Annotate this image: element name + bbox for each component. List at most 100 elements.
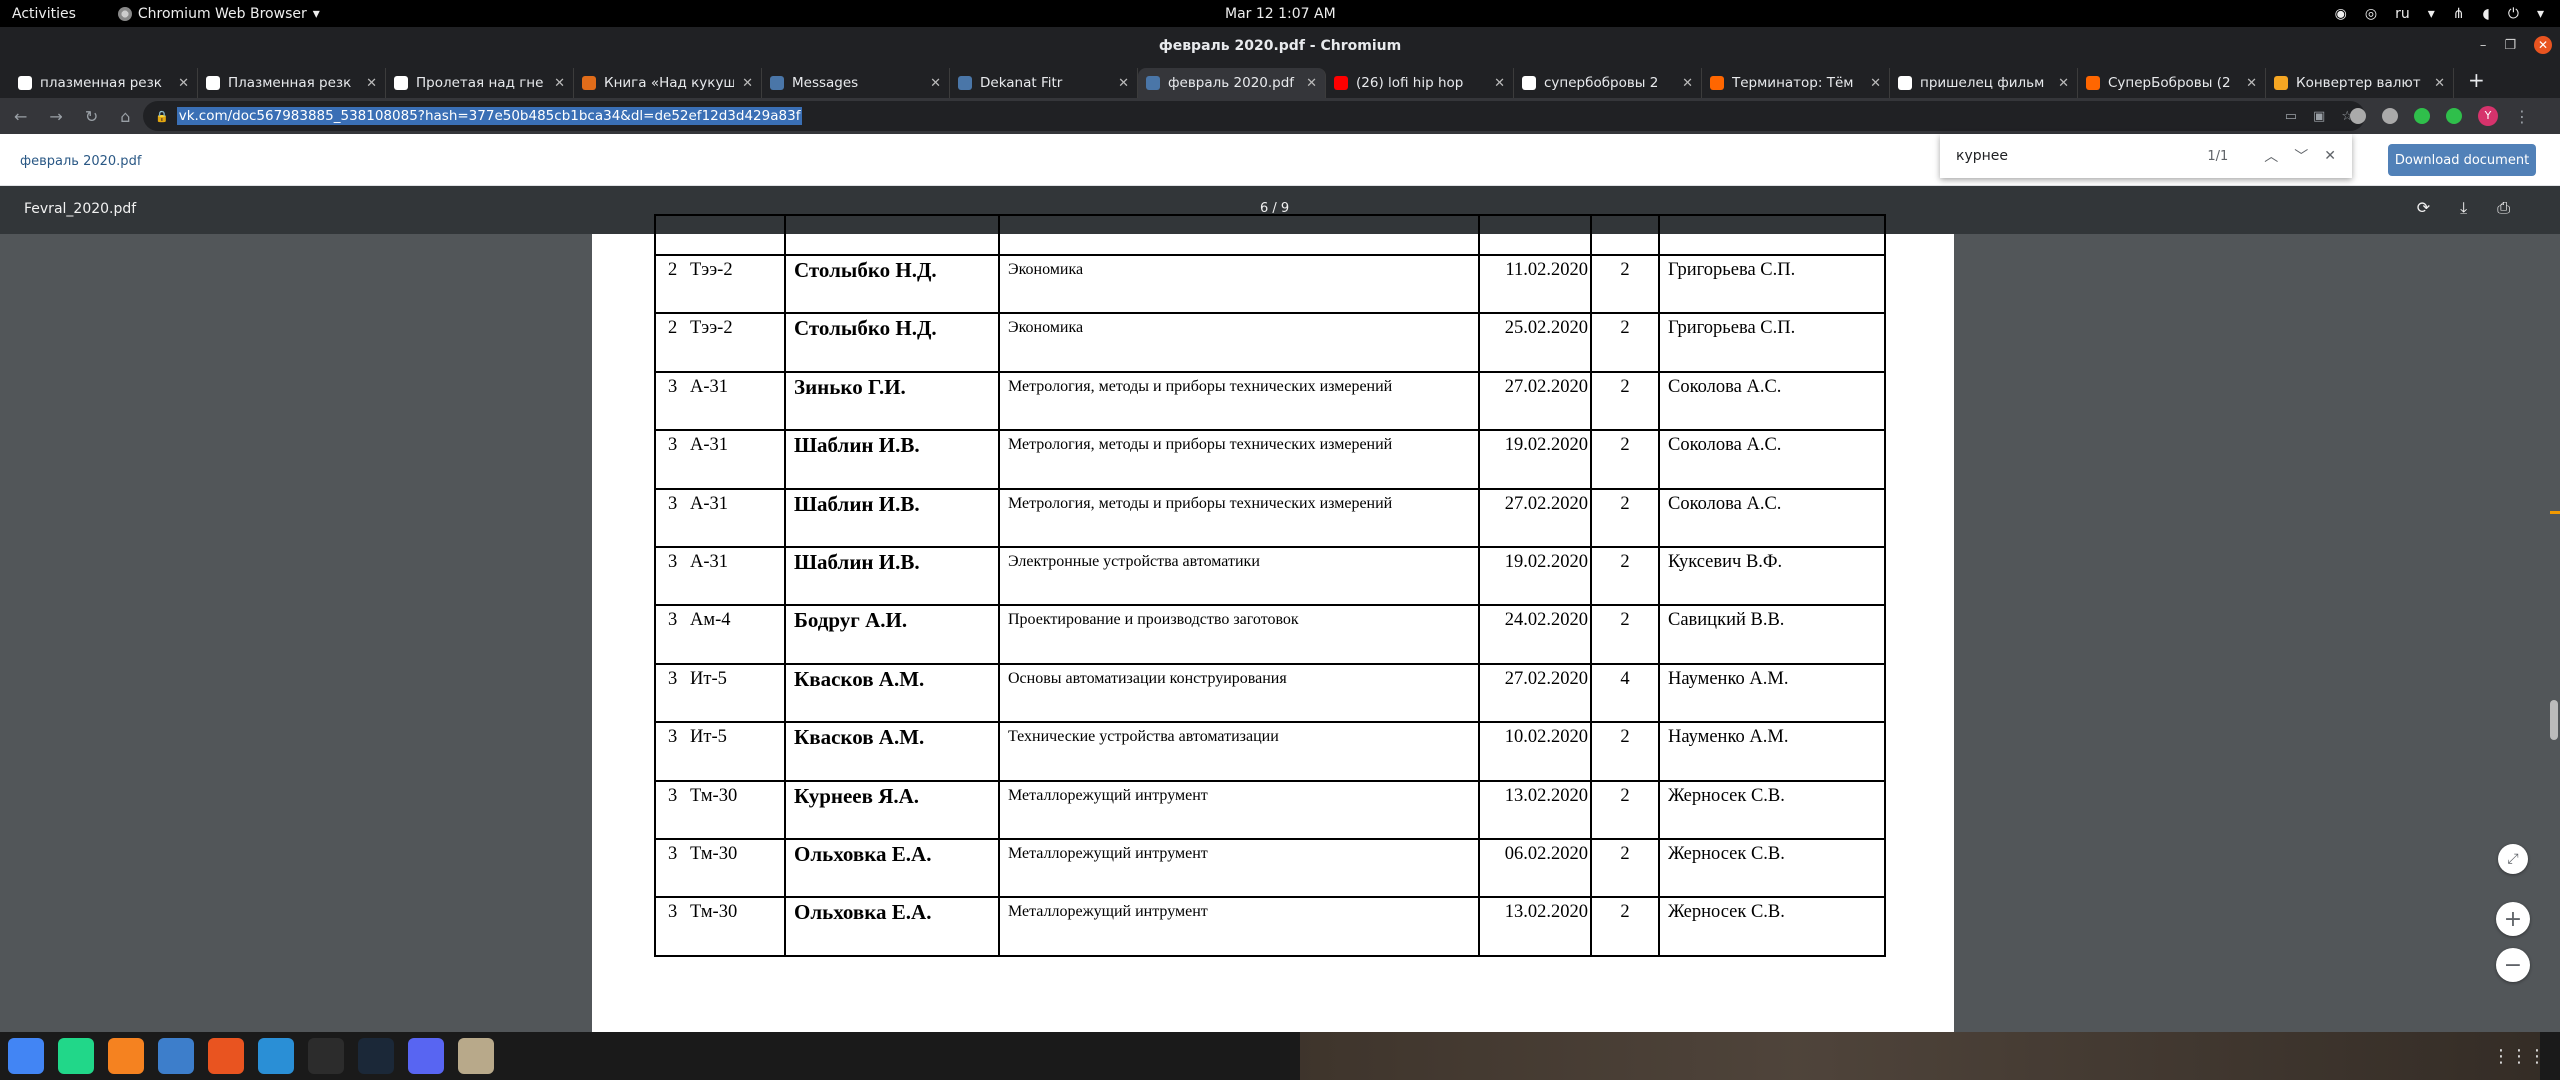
find-input[interactable]: курнее — [1956, 148, 2207, 164]
browser-tab[interactable]: Конвертер валют ✕ — [2266, 68, 2454, 98]
text-editor-icon[interactable] — [158, 1038, 194, 1074]
clock[interactable]: Mar 12 1:07 AM — [1225, 6, 1336, 22]
hours-cell: 2 — [1590, 896, 1660, 957]
close-tab-icon[interactable]: ✕ — [178, 76, 189, 91]
software-center-icon[interactable] — [208, 1038, 244, 1074]
hours-cell: 2 — [1590, 429, 1660, 490]
browser-tab[interactable]: Книга «Над кукуш ✕ — [574, 68, 762, 98]
browser-tab[interactable]: пришелец фильм ✕ — [1890, 68, 2078, 98]
close-tab-icon[interactable]: ✕ — [2246, 76, 2257, 91]
maximize-button[interactable]: ❐ — [2504, 38, 2516, 53]
teacher-cell: Григорьева С.П. — [1658, 312, 1886, 373]
chevron-down-icon[interactable]: ﹀ — [2294, 146, 2308, 166]
lock-icon[interactable]: 🔒 — [155, 110, 169, 123]
course-number: 2 — [668, 260, 678, 280]
files-icon[interactable] — [458, 1038, 494, 1074]
table-row: 3 Ит-5 Квасков А.М. Технические устройства … — [654, 721, 1886, 782]
close-tab-icon[interactable]: ✕ — [742, 76, 753, 91]
browser-tab[interactable]: Dekanat Fitr ✕ — [950, 68, 1138, 98]
print-icon[interactable]: ⎙ — [2497, 198, 2510, 218]
discord-tray-icon[interactable]: ◎ — [2365, 6, 2377, 22]
download-document-button[interactable]: Download document — [2388, 144, 2536, 176]
page-action-icon[interactable]: ▣ — [2313, 109, 2325, 124]
activities-button[interactable]: Activities — [0, 6, 88, 22]
discord-icon[interactable] — [408, 1038, 444, 1074]
browser-tab[interactable]: Пролетая над гне ✕ — [386, 68, 574, 98]
new-tab-button[interactable]: + — [2468, 68, 2485, 92]
group-code: Ит-5 — [690, 727, 727, 748]
browser-tab[interactable]: Messages ✕ — [762, 68, 950, 98]
close-tab-icon[interactable]: ✕ — [1494, 76, 1505, 91]
reload-icon[interactable]: ↻ — [85, 107, 98, 126]
power-icon[interactable]: ⏻ — [2508, 6, 2519, 22]
browser-tab[interactable]: супербобровы 2 ✕ — [1514, 68, 1702, 98]
steam-icon[interactable] — [358, 1038, 394, 1074]
scrollbar-thumb[interactable] — [2550, 700, 2558, 740]
close-tab-icon[interactable]: ✕ — [554, 76, 565, 91]
teacher-cell: Куксевич В.Ф. — [1658, 545, 1886, 607]
extensions-area: Y ⋮ — [2350, 106, 2530, 126]
url-text[interactable]: vk.com/doc567983885_538108085?hash=377e5… — [176, 107, 803, 125]
course-cell: 3 А-31 — [654, 370, 786, 432]
extension-icon[interactable] — [2414, 108, 2430, 124]
course-cell: 3 Тм-30 — [654, 837, 786, 899]
close-tab-icon[interactable]: ✕ — [1870, 76, 1881, 91]
install-app-icon[interactable]: ▭ — [2285, 109, 2297, 124]
home-icon[interactable]: ⌂ — [120, 107, 130, 126]
app-menu[interactable]: Chromium Web Browser ▾ — [117, 6, 320, 22]
tab-title: пришелец фильм — [1920, 75, 2045, 91]
close-tab-icon[interactable]: ✕ — [1306, 76, 1317, 91]
hours-cell: 4 — [1590, 662, 1660, 724]
close-icon[interactable]: ✕ — [2324, 148, 2336, 164]
browser-tab[interactable]: СуперБобровы (2 ✕ — [2078, 68, 2266, 98]
menu-icon[interactable]: ⋮ — [2514, 107, 2530, 126]
vk-icon — [1146, 76, 1160, 90]
teacher-cell: Жерносек С.В. — [1658, 837, 1886, 899]
rotate-icon[interactable]: ⟳ — [2417, 198, 2430, 218]
close-tab-icon[interactable]: ✕ — [1118, 76, 1129, 91]
help-icon[interactable] — [258, 1038, 294, 1074]
address-bar[interactable]: 🔒 vk.com/doc567983885_538108085?hash=377… — [143, 101, 2365, 131]
course-cell: 2 Тээ-2 — [654, 312, 786, 373]
close-tab-icon[interactable]: ✕ — [1682, 76, 1693, 91]
browser-tab[interactable]: Терминатор: Тём ✕ — [1702, 68, 1890, 98]
fit-page-button[interactable]: ⤢ — [2498, 844, 2528, 874]
pycharm-icon[interactable] — [58, 1038, 94, 1074]
profile-avatar[interactable]: Y — [2478, 106, 2498, 126]
hours-cell: 2 — [1590, 721, 1660, 782]
zoom-in-button[interactable]: + — [2496, 902, 2530, 936]
browser-tab[interactable]: Плазменная резк ✕ — [198, 68, 386, 98]
volume-icon[interactable]: ◖ — [2483, 6, 2490, 22]
extension-icon[interactable] — [2350, 108, 2366, 124]
table-row: 3 Тм-30 Курнеев Я.А. Металлорежущий интруме… — [654, 779, 1886, 840]
minimize-button[interactable]: – — [2480, 38, 2487, 53]
window-title: февраль 2020.pdf - Chromium — [0, 27, 2560, 64]
back-icon[interactable]: ← — [14, 107, 27, 126]
close-tab-icon[interactable]: ✕ — [2058, 76, 2069, 91]
zoom-out-button[interactable]: − — [2496, 948, 2530, 982]
download-icon[interactable]: ⤓ — [2460, 198, 2467, 218]
network-icon[interactable]: ⋔ — [2453, 6, 2465, 22]
chromium-icon[interactable] — [8, 1038, 44, 1074]
browser-tab[interactable]: февраль 2020.pdf ✕ — [1138, 68, 1326, 98]
close-window-button[interactable]: ✕ — [2534, 36, 2552, 54]
google-icon — [1522, 76, 1536, 90]
steam-tray-icon[interactable]: ◉ — [2335, 6, 2347, 22]
terminal-icon[interactable] — [308, 1038, 344, 1074]
forward-icon[interactable]: → — [49, 107, 62, 126]
close-tab-icon[interactable]: ✕ — [930, 76, 941, 91]
extension-icon[interactable] — [2382, 108, 2398, 124]
group-code: А-31 — [690, 493, 729, 514]
browser-tab[interactable]: плазменная резк ✕ — [10, 68, 198, 98]
vlc-icon[interactable] — [108, 1038, 144, 1074]
language-indicator[interactable]: ru — [2395, 6, 2410, 22]
browser-tab[interactable]: (26) lofi hip hop ✕ — [1326, 68, 1514, 98]
pdf-actions: ⟳ ⤓ ⎙ — [2417, 198, 2510, 218]
doc-title-link[interactable]: февраль 2020.pdf — [20, 154, 141, 169]
chevron-up-icon[interactable]: ︿ — [2264, 146, 2278, 166]
show-applications-icon[interactable]: ⋮⋮⋮ — [2492, 1046, 2546, 1067]
close-tab-icon[interactable]: ✕ — [366, 76, 377, 91]
extension-icon[interactable] — [2446, 108, 2462, 124]
system-tray[interactable]: ◉ ◎ ru ▾ ⋔ ◖ ⏻ ▾ — [2335, 6, 2544, 22]
close-tab-icon[interactable]: ✕ — [2434, 76, 2445, 91]
